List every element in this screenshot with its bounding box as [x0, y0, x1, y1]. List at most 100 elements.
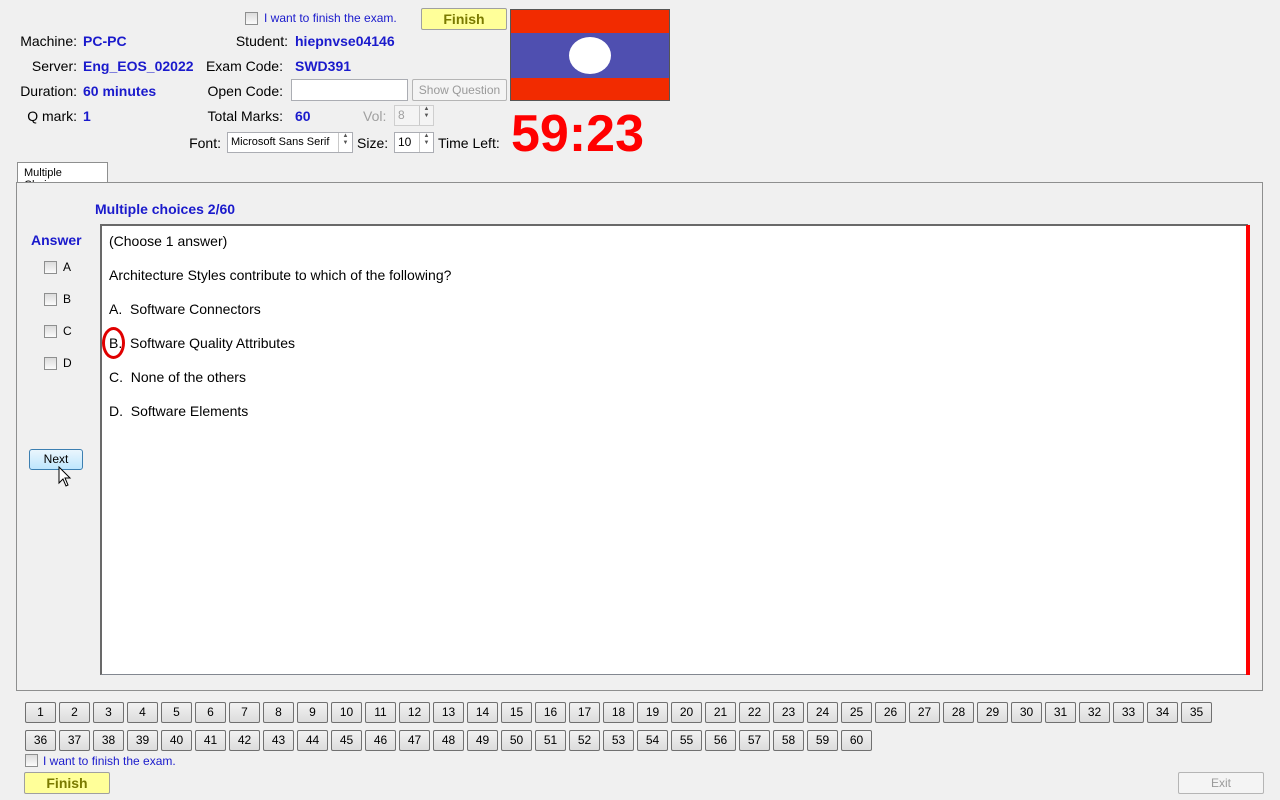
question-nav-button-18[interactable]: 18 [603, 702, 634, 723]
finish-button-top[interactable]: Finish [421, 8, 507, 30]
answer-checkbox-b[interactable] [44, 293, 57, 306]
question-nav-button-51[interactable]: 51 [535, 730, 566, 751]
question-nav-button-33[interactable]: 33 [1113, 702, 1144, 723]
question-nav-button-2[interactable]: 2 [59, 702, 90, 723]
question-nav-button-23[interactable]: 23 [773, 702, 804, 723]
font-spin-arrows-icon[interactable]: ▲ ▼ [338, 133, 352, 152]
question-nav-button-16[interactable]: 16 [535, 702, 566, 723]
size-spin-arrows-icon[interactable]: ▲ ▼ [419, 133, 433, 152]
question-nav-button-41[interactable]: 41 [195, 730, 226, 751]
question-nav-button-26[interactable]: 26 [875, 702, 906, 723]
size-spinner[interactable]: 10 ▲ ▼ [394, 132, 434, 153]
question-nav-button-15[interactable]: 15 [501, 702, 532, 723]
option-b-text: Software Quality Attributes [130, 335, 295, 351]
answer-checkbox-d[interactable] [44, 357, 57, 370]
red-circle-annotation [102, 327, 125, 359]
option-c-letter: C. [109, 369, 123, 385]
question-nav-button-49[interactable]: 49 [467, 730, 498, 751]
finish-exam-checkbox-top[interactable] [245, 12, 258, 25]
question-nav-button-25[interactable]: 25 [841, 702, 872, 723]
answer-label-a: A [63, 260, 72, 274]
question-nav-button-36[interactable]: 36 [25, 730, 56, 751]
answer-checkbox-c[interactable] [44, 325, 57, 338]
question-nav-button-11[interactable]: 11 [365, 702, 396, 723]
question-nav-button-10[interactable]: 10 [331, 702, 362, 723]
finish-exam-checkbox-bottom[interactable] [25, 754, 38, 767]
duration-value: 60 minutes [83, 83, 157, 99]
finish-exam-label-bottom: I want to finish the exam. [43, 754, 176, 768]
question-nav-button-57[interactable]: 57 [739, 730, 770, 751]
question-nav-button-53[interactable]: 53 [603, 730, 634, 751]
question-nav-button-29[interactable]: 29 [977, 702, 1008, 723]
exit-button[interactable]: Exit [1178, 772, 1264, 794]
question-nav-button-50[interactable]: 50 [501, 730, 532, 751]
question-nav-button-13[interactable]: 13 [433, 702, 464, 723]
size-label: Size: [357, 135, 389, 151]
total-marks-label: Total Marks: [207, 108, 283, 124]
question-nav-button-58[interactable]: 58 [773, 730, 804, 751]
font-select[interactable]: Microsoft Sans Serif ▲ ▼ [227, 132, 353, 153]
question-nav-button-4[interactable]: 4 [127, 702, 158, 723]
question-nav-button-59[interactable]: 59 [807, 730, 838, 751]
answer-title: Answer [31, 232, 82, 248]
question-nav-button-28[interactable]: 28 [943, 702, 974, 723]
question-nav-button-17[interactable]: 17 [569, 702, 600, 723]
question-nav-button-40[interactable]: 40 [161, 730, 192, 751]
next-button[interactable]: Next [29, 449, 83, 470]
question-nav-button-56[interactable]: 56 [705, 730, 736, 751]
question-nav-button-19[interactable]: 19 [637, 702, 668, 723]
question-nav-button-52[interactable]: 52 [569, 730, 600, 751]
question-nav-button-5[interactable]: 5 [161, 702, 192, 723]
font-value: Microsoft Sans Serif [231, 136, 330, 148]
question-nav-button-44[interactable]: 44 [297, 730, 328, 751]
qmark-label: Q mark: [27, 108, 77, 124]
flag-red-top [511, 10, 669, 33]
question-nav-button-60[interactable]: 60 [841, 730, 872, 751]
exam-code-label: Exam Code: [205, 58, 283, 74]
question-nav-button-34[interactable]: 34 [1147, 702, 1178, 723]
question-nav-button-46[interactable]: 46 [365, 730, 396, 751]
question-nav-button-7[interactable]: 7 [229, 702, 260, 723]
question-nav-button-45[interactable]: 45 [331, 730, 362, 751]
question-nav-button-1[interactable]: 1 [25, 702, 56, 723]
volume-spinner[interactable]: 8 ▲ ▼ [394, 105, 434, 126]
question-nav-button-37[interactable]: 37 [59, 730, 90, 751]
answer-checkbox-a[interactable] [44, 261, 57, 274]
question-nav-button-31[interactable]: 31 [1045, 702, 1076, 723]
question-nav-button-20[interactable]: 20 [671, 702, 702, 723]
question-nav-button-38[interactable]: 38 [93, 730, 124, 751]
question-nav-button-54[interactable]: 54 [637, 730, 668, 751]
question-nav-button-22[interactable]: 22 [739, 702, 770, 723]
question-nav-button-43[interactable]: 43 [263, 730, 294, 751]
tab-multiple-choices[interactable]: Multiple Choices [17, 162, 108, 191]
question-nav-button-24[interactable]: 24 [807, 702, 838, 723]
flag-white-circle [569, 37, 611, 74]
question-nav-button-47[interactable]: 47 [399, 730, 430, 751]
question-nav-button-35[interactable]: 35 [1181, 702, 1212, 723]
question-nav-button-48[interactable]: 48 [433, 730, 464, 751]
question-nav-button-6[interactable]: 6 [195, 702, 226, 723]
question-nav-button-3[interactable]: 3 [93, 702, 124, 723]
question-nav-button-9[interactable]: 9 [297, 702, 328, 723]
question-nav-button-8[interactable]: 8 [263, 702, 294, 723]
answer-label-b: B [63, 292, 72, 306]
open-code-input[interactable] [291, 79, 408, 101]
size-value: 10 [398, 135, 412, 149]
question-nav-button-27[interactable]: 27 [909, 702, 940, 723]
question-instruction: (Choose 1 answer) [109, 233, 228, 249]
machine-label: Machine: [20, 33, 77, 49]
volume-spin-arrows-icon[interactable]: ▲ ▼ [419, 106, 433, 125]
timer: 59:23 [511, 105, 644, 163]
finish-button-bottom[interactable]: Finish [24, 772, 110, 794]
question-nav-button-32[interactable]: 32 [1079, 702, 1110, 723]
show-question-button[interactable]: Show Question [412, 79, 507, 101]
question-nav-button-42[interactable]: 42 [229, 730, 260, 751]
question-nav-button-30[interactable]: 30 [1011, 702, 1042, 723]
question-nav-button-14[interactable]: 14 [467, 702, 498, 723]
question-nav-button-39[interactable]: 39 [127, 730, 158, 751]
option-a: A. Software Connectors [109, 301, 261, 317]
question-nav-button-21[interactable]: 21 [705, 702, 736, 723]
question-nav-button-12[interactable]: 12 [399, 702, 430, 723]
font-label: Font: [189, 135, 221, 151]
question-nav-button-55[interactable]: 55 [671, 730, 702, 751]
